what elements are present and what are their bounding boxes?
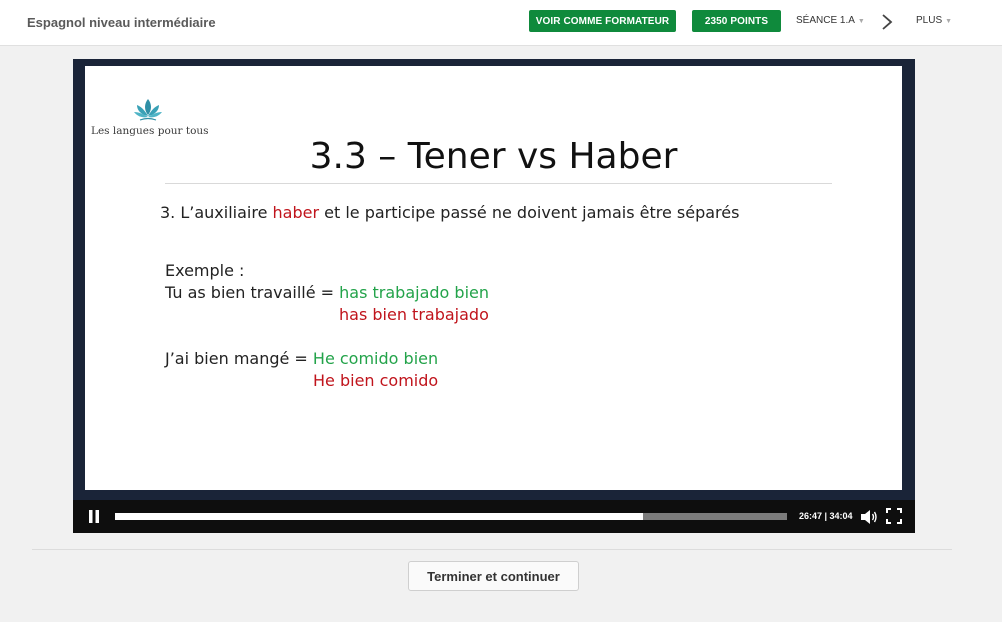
slide-title: 3.3 – Tener vs Haber: [309, 136, 678, 177]
example-1-french: Tu as bien travaillé =: [165, 283, 340, 302]
caret-down-icon: ▼: [945, 17, 953, 25]
video-player[interactable]: Les langues pour tous 3.3 – Tener vs Hab…: [73, 59, 915, 533]
rule-highlight: haber: [272, 203, 320, 222]
top-navigation-bar: Espagnol niveau intermédiaire VOIR COMME…: [0, 0, 1002, 46]
course-title[interactable]: Espagnol niveau intermédiaire: [27, 15, 216, 30]
content-divider: [32, 549, 952, 550]
example-2-line: J’ai bien mangé = He comido bien: [165, 349, 438, 368]
example-1-line: Tu as bien travaillé = has trabajado bie…: [165, 283, 489, 302]
chevron-right-icon[interactable]: [880, 13, 894, 31]
fullscreen-icon[interactable]: [886, 508, 902, 524]
finish-and-continue-button[interactable]: Terminer et continuer: [408, 561, 579, 591]
rule-suffix: et le participe passé ne doivent jamais …: [319, 203, 740, 222]
more-label: PLUS: [916, 15, 943, 26]
rule-prefix: 3. L’auxiliaire: [160, 203, 273, 222]
example-1-wrong: has bien trabajado: [339, 305, 489, 324]
more-dropdown[interactable]: PLUS ▼: [916, 15, 952, 26]
progress-bar[interactable]: [115, 513, 787, 520]
session-label: SÉANCE 1.A: [796, 15, 855, 26]
progress-bar-fill: [115, 513, 644, 520]
video-controls-bar: 26:47 | 34:04: [73, 500, 915, 533]
time-display: 26:47 | 34:04: [799, 511, 853, 521]
example-1-correct: has trabajado bien: [339, 283, 490, 302]
pause-icon[interactable]: [88, 510, 100, 523]
example-2-french: J’ai bien mangé =: [165, 349, 313, 368]
example-heading: Exemple :: [165, 261, 245, 280]
rule-statement: 3. L’auxiliaire haber et le participe pa…: [160, 203, 739, 222]
session-dropdown[interactable]: SÉANCE 1.A ▼: [796, 15, 865, 26]
points-button[interactable]: 2350 POINTS: [692, 10, 781, 32]
example-2-correct: He comido bien: [312, 349, 439, 368]
view-as-trainer-button[interactable]: VOIR COMME FORMATEUR: [529, 10, 676, 32]
example-2-wrong: He bien comido: [313, 371, 439, 390]
title-divider: [165, 183, 832, 184]
caret-down-icon: ▼: [857, 17, 865, 25]
volume-icon[interactable]: [860, 509, 878, 525]
presentation-slide: Les langues pour tous 3.3 – Tener vs Hab…: [85, 66, 902, 490]
lotus-logo-icon: [134, 99, 162, 121]
